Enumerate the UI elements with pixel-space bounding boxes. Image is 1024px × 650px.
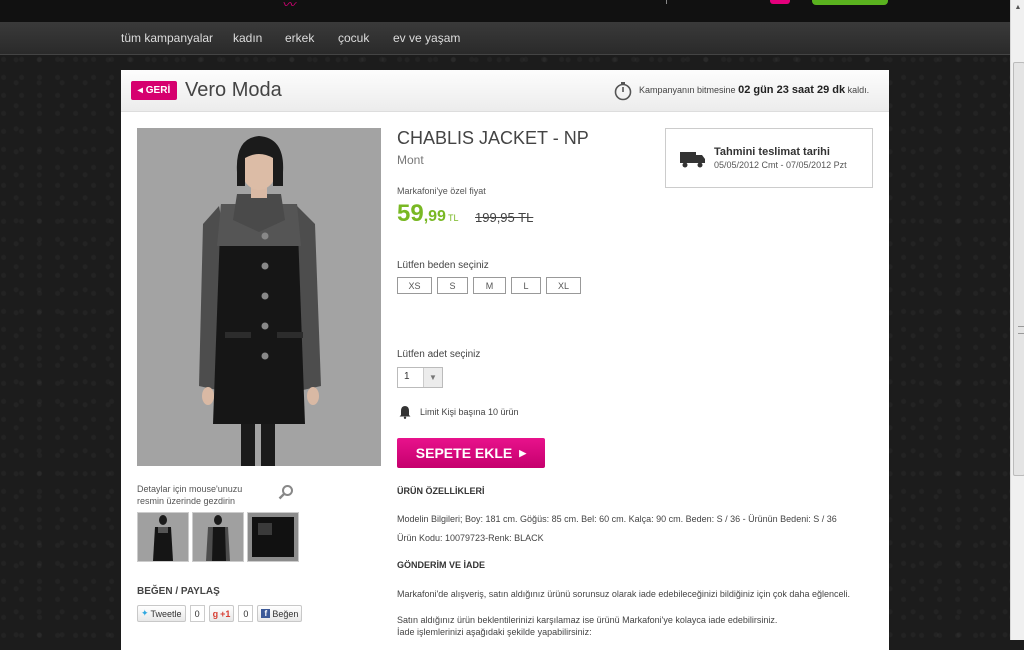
- share-title: BEĞEN / PAYLAŞ: [137, 586, 220, 597]
- top-divider: [666, 0, 667, 4]
- facebook-icon: f: [261, 609, 271, 618]
- size-option[interactable]: L: [511, 277, 541, 294]
- back-arrow-icon: ◂: [137, 85, 143, 96]
- nav-item-women[interactable]: kadın: [233, 31, 262, 45]
- gplus-count: 0: [238, 605, 254, 622]
- limit-text: Limit Kişi başına 10 ürün: [420, 407, 519, 417]
- size-option[interactable]: XL: [546, 277, 581, 294]
- special-price-label: Markafoni'ye özel fiyat: [397, 186, 486, 196]
- product-title: CHABLIS JACKET - NP: [397, 128, 589, 148]
- cart-tab[interactable]: [770, 0, 790, 4]
- price-main: 59: [397, 200, 424, 227]
- features-text-line: Ürün Kodu: 10079723-Renk: BLACK: [397, 533, 544, 543]
- campaign-header: ◂ GERİ Vero Moda Kampanyanın bitmesine 0…: [121, 70, 889, 112]
- product-thumbnail[interactable]: [192, 512, 244, 562]
- bell-icon: [399, 406, 411, 419]
- countdown-prefix: Kampanyanın bitmesine: [639, 85, 736, 95]
- shipping-title: Tahmini teslimat tarihi: [714, 146, 830, 158]
- like-label: Beğen: [272, 608, 299, 619]
- campaign-countdown: Kampanyanın bitmesine 02 gün 23 saat 29 …: [639, 84, 869, 96]
- facebook-like-button[interactable]: f Beğen: [257, 605, 303, 622]
- returns-text-line: İade işlemlerinizi aşağıdaki şekilde yap…: [397, 627, 592, 637]
- tweet-button[interactable]: ✦ Tweetle: [137, 605, 186, 622]
- nav-item-men[interactable]: erkek: [285, 31, 314, 45]
- back-button-label: GERİ: [145, 85, 171, 96]
- size-option[interactable]: S: [437, 277, 468, 294]
- scrollbar-thumb[interactable]: [1013, 62, 1024, 476]
- product-thumbnail[interactable]: [247, 512, 299, 562]
- size-selector: XS S M L XL: [397, 277, 581, 294]
- gplus-icon: g: [212, 608, 219, 619]
- chevron-down-icon[interactable]: ▼: [423, 368, 442, 387]
- nav-item-kids[interactable]: çocuk: [338, 31, 369, 45]
- brand-name: Vero Moda: [185, 79, 282, 101]
- nav-item-home-living[interactable]: ev ve yaşam: [393, 31, 460, 45]
- product-thumbnail[interactable]: [137, 512, 189, 562]
- truck-icon: [680, 152, 705, 168]
- price-currency: TL: [447, 213, 459, 223]
- size-label: Lütfen beden seçiniz: [397, 260, 489, 271]
- returns-text-line: Satın aldığınız ürün beklentilerinizi ka…: [397, 615, 778, 625]
- gplus-button[interactable]: g +1: [208, 605, 235, 622]
- nav-item-all-campaigns[interactable]: tüm kampanyalar: [121, 31, 213, 45]
- purchase-limit: Limit Kişi başına 10 ürün: [399, 405, 519, 419]
- back-button[interactable]: ◂ GERİ: [131, 81, 177, 100]
- product-category: Mont: [397, 153, 424, 167]
- magnifier-icon[interactable]: [278, 484, 294, 500]
- twitter-icon: ✦: [141, 608, 149, 618]
- features-text-line: Modelin Bilgileri; Boy: 181 cm. Göğüs: 8…: [397, 514, 837, 524]
- product-main-image[interactable]: [137, 128, 381, 466]
- old-price: 199,95 TL: [475, 210, 534, 225]
- countdown-suffix: kaldı.: [847, 85, 870, 95]
- vertical-scrollbar[interactable]: ▲: [1010, 0, 1024, 640]
- tweet-label: Tweetle: [150, 608, 182, 619]
- product-panel: ◂ GERİ Vero Moda Kampanyanın bitmesine 0…: [121, 70, 889, 650]
- tweet-count: 0: [189, 605, 205, 622]
- grip-icon: [1018, 326, 1024, 334]
- price-cents: ,99: [423, 208, 446, 225]
- shipping-estimate-box: Tahmini teslimat tarihi 05/05/2012 Cmt -…: [665, 128, 873, 188]
- main-nav: tüm kampanyalar kadın erkek çocuk ev ve …: [0, 22, 1010, 55]
- returns-title: GÖNDERİM VE İADE: [397, 560, 486, 570]
- zoom-hint: Detaylar için mouse'unuzu resmin üzerind…: [137, 484, 243, 506]
- quantity-select[interactable]: 1 ▼: [397, 367, 443, 388]
- add-to-cart-label: SEPETE EKLE: [415, 445, 513, 461]
- scroll-up-icon[interactable]: ▲: [1011, 0, 1024, 14]
- play-arrow-icon: ▶: [519, 447, 527, 458]
- gplus-label: +1: [220, 608, 231, 619]
- stopwatch-icon: [614, 82, 632, 101]
- current-price: 59,99 TL: [397, 200, 458, 228]
- size-option[interactable]: M: [473, 277, 506, 294]
- account-tab[interactable]: [812, 0, 888, 5]
- features-title: ÜRÜN ÖZELLİKLERİ: [397, 486, 485, 496]
- quantity-value: 1: [404, 371, 410, 382]
- countdown-value: 02 gün 23 saat 29 dk: [738, 84, 846, 96]
- logo-fragment[interactable]: 〰: [282, 0, 295, 13]
- top-bar: 〰: [0, 0, 1010, 22]
- shipping-dates: 05/05/2012 Cmt - 07/05/2012 Pzt: [714, 160, 847, 170]
- add-to-cart-button[interactable]: SEPETE EKLE ▶: [397, 438, 545, 468]
- returns-text-line: Markafoni'de alışveriş, satın aldığınız …: [397, 589, 850, 599]
- share-row: ✦ Tweetle 0 g +1 0 f Beğen: [137, 605, 303, 622]
- qty-label: Lütfen adet seçiniz: [397, 349, 481, 360]
- size-option[interactable]: XS: [397, 277, 432, 294]
